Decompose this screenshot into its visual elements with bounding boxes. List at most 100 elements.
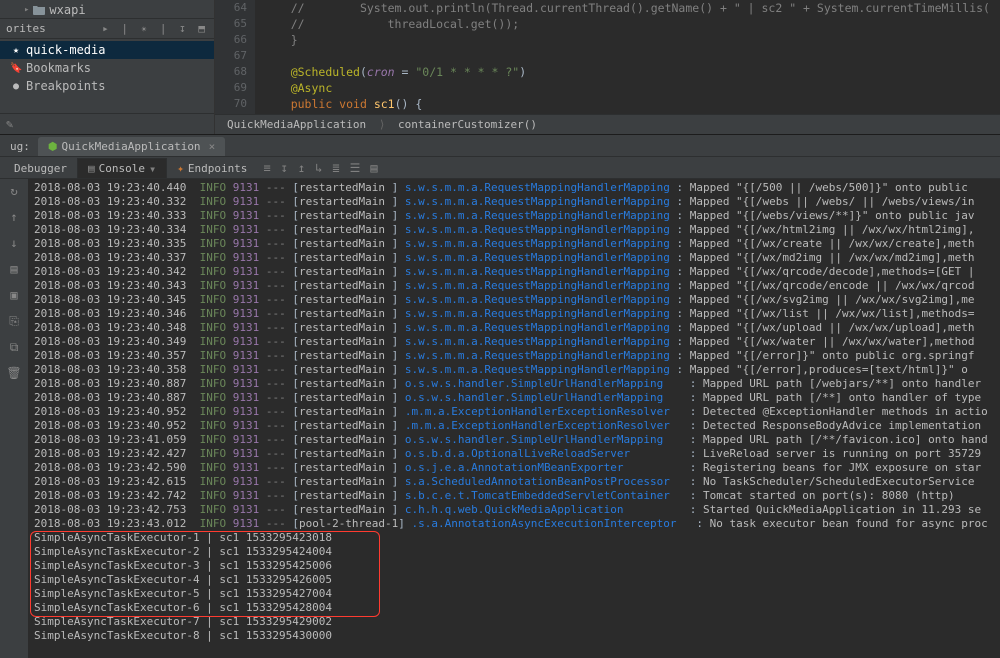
log-line: SimpleAsyncTaskExecutor-3 | sc1 15332954… [34, 559, 1000, 573]
code-line[interactable]: @Async [263, 80, 1000, 96]
log-line: 2018-08-03 19:23:40.346 INFO 9131 --- [r… [34, 307, 1000, 321]
code-line[interactable]: // System.out.println(Thread.currentThre… [263, 0, 1000, 16]
favorites-header: orites ▸ | ✴ | ↧ ⬒ [0, 18, 214, 39]
favorite-item[interactable]: 🔖Bookmarks [0, 59, 214, 77]
tab-label: Endpoints [188, 162, 248, 175]
line-number[interactable]: 66 [215, 32, 247, 48]
project-tree[interactable]: ▸ wxapi [0, 0, 214, 18]
log-line: SimpleAsyncTaskExecutor-1 | sc1 15332954… [34, 531, 1000, 545]
console-output[interactable]: 2018-08-03 19:23:40.440 INFO 9131 --- [r… [28, 179, 1000, 658]
log-line: 2018-08-03 19:23:40.952 INFO 9131 --- [r… [34, 419, 1000, 433]
tab-endpoints[interactable]: ✦ Endpoints [167, 159, 257, 177]
console-gutter: ↻ ↑ ↓ ▤ ▣ ⎘ ⧉ 🗑 [0, 179, 28, 658]
tab-console[interactable]: ▤ Console ▾ [77, 158, 167, 178]
console-toolbar: ≡ ↧ ↥ ↳ ≣ ☰ ▤ [257, 161, 377, 175]
line-number[interactable]: 70 [215, 96, 247, 112]
line-number[interactable]: 67 [215, 48, 247, 64]
favorites-toolbar[interactable]: ▸ | ✴ | ↧ ⬒ [102, 22, 208, 35]
log-line: 2018-08-03 19:23:42.615 INFO 9131 --- [r… [34, 475, 1000, 489]
step-over-icon[interactable]: ≡ [263, 161, 270, 175]
console-gutter-icon[interactable]: ↓ [6, 235, 22, 251]
editor-code[interactable]: // System.out.println(Thread.currentThre… [255, 0, 1000, 114]
breadcrumb-item[interactable]: QuickMediaApplication [227, 118, 366, 131]
console-gutter-icon[interactable]: ⧉ [6, 339, 22, 355]
favorite-label: quick-media [26, 43, 105, 57]
log-line: 2018-08-03 19:23:40.332 INFO 9131 --- [r… [34, 195, 1000, 209]
log-line: SimpleAsyncTaskExecutor-8 | sc1 15332954… [34, 629, 1000, 643]
log-line: 2018-08-03 19:23:40.358 INFO 9131 --- [r… [34, 363, 1000, 377]
log-line: 2018-08-03 19:23:40.337 INFO 9131 --- [r… [34, 251, 1000, 265]
log-line: 2018-08-03 19:23:40.334 INFO 9131 --- [r… [34, 223, 1000, 237]
settings-icon[interactable]: ▤ [370, 161, 377, 175]
editor-gutter[interactable]: 646566676869707172 [215, 0, 255, 114]
favorites-title: orites [6, 22, 46, 35]
favorite-item[interactable]: ★ quick-media [0, 41, 214, 59]
log-line: SimpleAsyncTaskExecutor-6 | sc1 15332954… [34, 601, 1000, 615]
code-line[interactable]: public void sc1() { [263, 96, 1000, 112]
tab-label: Console [99, 162, 145, 175]
toolwindow-header: ug: ⬢ QuickMediaApplication × Debugger ▤… [0, 135, 1000, 179]
step-into-icon[interactable]: ↧ [281, 161, 288, 175]
spring-icon: ⬢ [48, 140, 58, 153]
console-gutter-icon[interactable]: ↑ [6, 209, 22, 225]
console-icon: ▤ [88, 162, 95, 175]
breadcrumb[interactable]: QuickMediaApplication ⟩ containerCustomi… [215, 114, 1000, 134]
line-number[interactable]: 65 [215, 16, 247, 32]
code-line[interactable]: @Scheduled(cron = "0/1 * * * * ?") [263, 64, 1000, 80]
more-icon[interactable]: ☰ [350, 161, 361, 175]
log-line: 2018-08-03 19:23:40.887 INFO 9131 --- [r… [34, 391, 1000, 405]
log-line: 2018-08-03 19:23:40.345 INFO 9131 --- [r… [34, 293, 1000, 307]
caret-right-icon: ▸ [24, 5, 29, 15]
console-gutter-icon[interactable]: 🗑 [6, 365, 22, 381]
log-line: 2018-08-03 19:23:40.343 INFO 9131 --- [r… [34, 279, 1000, 293]
pencil-icon: ✎ [6, 117, 13, 131]
favorite-icon: ★ [10, 45, 22, 56]
code-line[interactable]: // threadLocal.get()); [263, 16, 1000, 32]
log-line: 2018-08-03 19:23:40.335 INFO 9131 --- [r… [34, 237, 1000, 251]
code-line[interactable] [263, 48, 1000, 64]
favorite-item[interactable]: ●Breakpoints [0, 77, 214, 95]
run-config-tab[interactable]: ⬢ QuickMediaApplication × [38, 137, 225, 156]
log-line: 2018-08-03 19:23:40.333 INFO 9131 --- [r… [34, 209, 1000, 223]
chevron-right-icon: ⟩ [373, 118, 392, 131]
project-panel: ▸ wxapi orites ▸ | ✴ | ↧ ⬒ ★ quick-media 🔖… [0, 0, 215, 134]
tab-label: Debugger [14, 162, 67, 175]
chevron-down-icon[interactable]: ▾ [149, 162, 156, 176]
log-line: 2018-08-03 19:23:42.753 INFO 9131 --- [r… [34, 503, 1000, 517]
log-line: 2018-08-03 19:23:40.349 INFO 9131 --- [r… [34, 335, 1000, 349]
console-gutter-icon[interactable]: ⎘ [6, 313, 22, 329]
log-line: SimpleAsyncTaskExecutor-4 | sc1 15332954… [34, 573, 1000, 587]
line-number[interactable]: 68 [215, 64, 247, 80]
log-line: 2018-08-03 19:23:40.440 INFO 9131 --- [r… [34, 181, 1000, 195]
log-line: 2018-08-03 19:23:41.059 INFO 9131 --- [r… [34, 433, 1000, 447]
log-line: SimpleAsyncTaskExecutor-2 | sc1 15332954… [34, 545, 1000, 559]
line-number[interactable]: 64 [215, 0, 247, 16]
debug-label: ug: [10, 140, 36, 156]
log-line: 2018-08-03 19:23:42.742 INFO 9131 --- [r… [34, 489, 1000, 503]
console-gutter-icon[interactable]: ↻ [6, 183, 22, 199]
log-line: SimpleAsyncTaskExecutor-5 | sc1 15332954… [34, 587, 1000, 601]
favorite-icon: ● [10, 81, 22, 92]
tab-debugger[interactable]: Debugger [4, 159, 77, 177]
evaluate-icon[interactable]: ≣ [332, 161, 339, 175]
log-line: 2018-08-03 19:23:40.357 INFO 9131 --- [r… [34, 349, 1000, 363]
console-gutter-icon[interactable]: ▣ [6, 287, 22, 303]
line-number[interactable]: 69 [215, 80, 247, 96]
step-out-icon[interactable]: ↥ [298, 161, 305, 175]
code-line[interactable]: } [263, 32, 1000, 48]
log-line: 2018-08-03 19:23:40.887 INFO 9131 --- [r… [34, 377, 1000, 391]
log-line: 2018-08-03 19:23:40.952 INFO 9131 --- [r… [34, 405, 1000, 419]
tree-item-label: wxapi [49, 3, 85, 17]
console-gutter-icon[interactable]: ▤ [6, 261, 22, 277]
log-line: SimpleAsyncTaskExecutor-7 | sc1 15332954… [34, 615, 1000, 629]
favorites-resize-handle[interactable]: ✎ [0, 113, 214, 134]
run-to-cursor-icon[interactable]: ↳ [315, 161, 322, 175]
breadcrumb-item[interactable]: containerCustomizer() [398, 118, 537, 131]
run-config-label: QuickMediaApplication [61, 140, 200, 153]
folder-icon [33, 4, 45, 16]
close-icon[interactable]: × [205, 140, 216, 153]
tree-item-wxapi[interactable]: ▸ wxapi [0, 2, 214, 18]
favorites-list: ★ quick-media 🔖Bookmarks●Breakpoints [0, 39, 214, 97]
log-line: 2018-08-03 19:23:43.012 INFO 9131 --- [p… [34, 517, 1000, 531]
console-panel: ↻ ↑ ↓ ▤ ▣ ⎘ ⧉ 🗑 2018-08-03 19:23:40.440 INFO 91… [0, 179, 1000, 658]
